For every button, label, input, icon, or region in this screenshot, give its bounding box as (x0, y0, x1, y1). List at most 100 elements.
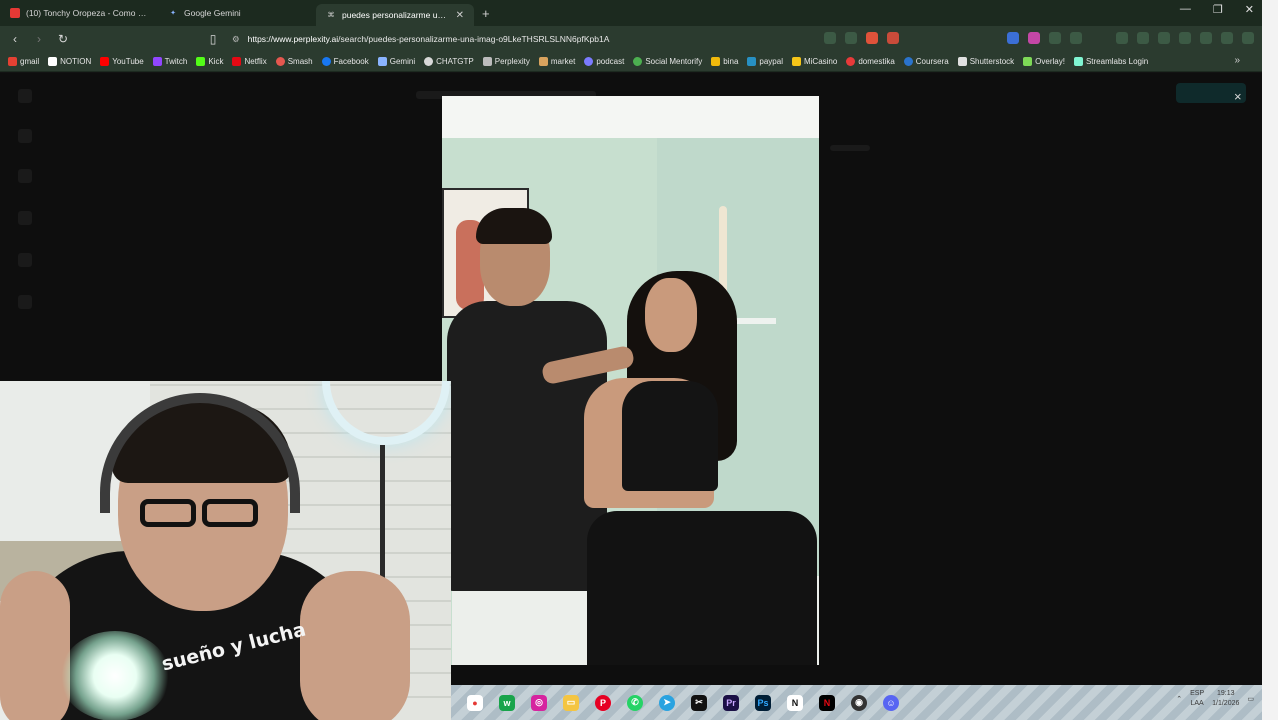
audio-icon[interactable] (1007, 32, 1019, 44)
telegram-icon[interactable]: ➤ (659, 694, 675, 711)
ghost-logo (18, 89, 32, 103)
discord-icon[interactable]: ☺ (883, 694, 899, 711)
bookmark-smash[interactable]: Smash (275, 57, 313, 66)
tab-label: Google Gemini (184, 8, 241, 18)
window-controls: — ❐ ✕ (1180, 3, 1254, 16)
url-host: https://www.perplexity.ai (247, 34, 339, 44)
reload-icon[interactable]: ↻ (56, 32, 70, 46)
image-therapist (447, 301, 607, 591)
minimize-icon[interactable]: — (1180, 3, 1191, 16)
bookmarks-bar: gmail NOTION YouTube Twitch Kick Netflix… (0, 52, 1262, 72)
gemini-icon: ✦ (170, 10, 176, 17)
lightbox-image[interactable] (442, 96, 819, 665)
address-bar[interactable]: ⚙ https://www.perplexity.ai/search/puede… (232, 30, 872, 48)
extension-icon[interactable] (1028, 32, 1040, 44)
bookmark-domestika[interactable]: domestika (846, 57, 895, 66)
tab-strip: (10) Tonchy Oropeza - Como cal... ✦ Goog… (0, 0, 1262, 26)
puzzle-icon[interactable] (1049, 32, 1061, 44)
right-edge-strip (1262, 0, 1278, 720)
forward-icon[interactable]: › (32, 32, 46, 46)
wechat-icon[interactable]: w (499, 694, 515, 711)
premiere-icon[interactable]: Pr (723, 694, 739, 711)
bookmark-overlay[interactable]: Overlay! (1023, 57, 1065, 66)
translate-icon[interactable] (824, 32, 836, 44)
image-patient-legs (587, 511, 817, 665)
bookmark-market[interactable]: market (538, 57, 575, 66)
tab-gemini[interactable]: ✦ Google Gemini (158, 2, 316, 24)
toolbar-icons (824, 32, 1254, 44)
ghost-nav-icon (18, 211, 32, 225)
bookmark-netflix[interactable]: Netflix (232, 57, 267, 66)
language-indicator[interactable]: ESP LAA (1190, 689, 1204, 709)
bookmark-bina[interactable]: bina (711, 57, 738, 66)
bookmark-facebook[interactable]: Facebook (321, 57, 369, 66)
webcam-person-arm (300, 571, 410, 720)
bookmark-coursera[interactable]: Coursera (903, 57, 949, 66)
files-icon[interactable]: ▭ (563, 694, 579, 711)
webcam-person-glasses (140, 499, 270, 529)
notion-icon[interactable]: N (787, 694, 803, 711)
instagram-icon[interactable]: ◎ (531, 694, 547, 711)
whatsapp-icon[interactable]: ✆ (627, 694, 643, 711)
new-tab-icon[interactable]: + (474, 6, 498, 21)
capcut-icon[interactable]: ✂ (691, 694, 707, 711)
chevron-up-icon[interactable]: ⌃ (1176, 695, 1182, 703)
image-ceiling (442, 96, 819, 138)
brave-shield-icon[interactable] (866, 32, 878, 44)
bookmark-notion[interactable]: NOTION (48, 57, 91, 66)
vpn-icon[interactable] (1221, 32, 1233, 44)
leo-icon[interactable] (1200, 32, 1212, 44)
webcam-light-glow (60, 631, 170, 720)
tab-label: puedes personalizarme una imag... (342, 10, 450, 20)
ghost-nav-icon (18, 129, 32, 143)
restore-icon[interactable]: ❐ (1213, 3, 1223, 16)
taskbar: ● w ◎ ▭ P ✆ ➤ ✂ Pr Ps N N ◉ ☺ ⌃ ESP LAA 1… (451, 685, 1262, 720)
bookmark-social-mentorify[interactable]: Social Mentorify (633, 57, 702, 66)
media-icon[interactable] (1137, 32, 1149, 44)
clock[interactable]: 19:13 1/1/2026 (1212, 689, 1239, 709)
image-therapist-hair (476, 208, 552, 244)
ghost-text (830, 145, 870, 151)
bookmark-gemini[interactable]: Gemini (377, 57, 415, 66)
chevron-right-icon[interactable]: » (1234, 55, 1240, 66)
bookmark-chatgtp[interactable]: CHATGTP (424, 57, 474, 66)
bookmark-paypal[interactable]: paypal (747, 57, 783, 66)
bookmark-youtube[interactable]: YouTube (100, 57, 144, 66)
youtube-icon (10, 8, 20, 18)
webcam-overlay: sueño y lucha (0, 381, 451, 720)
screenshot-icon[interactable] (1179, 32, 1191, 44)
bookmark-gmail[interactable]: gmail (8, 57, 39, 66)
tab-perplexity[interactable]: ⌘ puedes personalizarme una imag... ✕ (316, 4, 474, 26)
tab-youtube[interactable]: (10) Tonchy Oropeza - Como cal... (0, 2, 158, 24)
image-patient-face (645, 278, 697, 352)
chrome-icon[interactable]: ● (467, 694, 483, 711)
download-icon[interactable] (1116, 32, 1128, 44)
bookmark-micasino[interactable]: MiCasino (791, 57, 837, 66)
ghost-nav-icon (18, 295, 32, 309)
pinterest-icon[interactable]: P (595, 694, 611, 711)
image-patient-top (622, 381, 718, 491)
bookmark-perplexity[interactable]: Perplexity (482, 57, 530, 66)
menu-icon[interactable] (1242, 32, 1254, 44)
bookmark-kick[interactable]: Kick (196, 57, 223, 66)
share-icon[interactable] (845, 32, 857, 44)
bookmark-streamlabs[interactable]: Streamlabs Login (1073, 57, 1148, 66)
site-info-icon[interactable]: ⚙ (232, 34, 240, 45)
rewards-icon[interactable] (887, 32, 899, 44)
close-window-icon[interactable]: ✕ (1245, 3, 1254, 16)
netflix-icon[interactable]: N (819, 694, 835, 711)
ghost-nav-icon (18, 253, 32, 267)
close-tab-icon[interactable]: ✕ (456, 10, 464, 21)
photoshop-icon[interactable]: Ps (755, 694, 771, 711)
notification-icon[interactable]: ▭ (1247, 695, 1254, 703)
close-icon[interactable]: × (1234, 89, 1242, 104)
bookmark-icon[interactable]: ▯ (206, 32, 220, 46)
wallet-icon[interactable] (1070, 32, 1082, 44)
obs-icon[interactable]: ◉ (851, 694, 867, 711)
back-icon[interactable]: ‹ (8, 32, 22, 46)
ghost-nav-icon (18, 169, 32, 183)
bookmark-podcast[interactable]: podcast (584, 57, 624, 66)
bookmark-twitch[interactable]: Twitch (152, 57, 187, 66)
bookmark-shutterstock[interactable]: Shutterstock (957, 57, 1014, 66)
sidebar-icon[interactable] (1158, 32, 1170, 44)
